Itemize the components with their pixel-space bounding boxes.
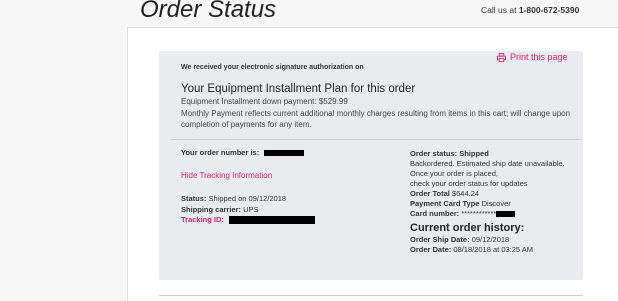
page-title: Order Status <box>140 0 277 23</box>
call-us-prefix: Call us at <box>481 5 517 15</box>
card-number-row: Card number: ************ <box>410 209 582 219</box>
card-number-label: Card number: <box>410 209 460 218</box>
printer-icon <box>497 52 506 62</box>
order-date-value: 08/18/2018 at 03:25 AM <box>453 245 534 254</box>
order-date-row: Order Date: 08/18/2018 at 03:25 AM <box>410 245 582 255</box>
order-status-value: Shipped <box>459 149 489 158</box>
payment-type-value: Discover <box>481 199 511 208</box>
order-history-title: Current order history: <box>410 222 525 234</box>
ship-date-value: 09/12/2018 <box>471 235 510 244</box>
carrier-label: Shipping carrier: <box>181 205 242 214</box>
order-date-label: Order Date: <box>410 245 452 254</box>
order-total-row: Order Total $644.24 <box>410 189 582 199</box>
order-total-value: $644.24 <box>451 189 480 198</box>
shipping-carrier-row: Shipping carrier: UPS <box>181 205 259 214</box>
order-status-row: Order status: Shipped <box>410 149 582 159</box>
phone-number[interactable]: 1-800-672-5390 <box>519 5 580 15</box>
payment-type-label: Payment Card Type <box>410 199 480 208</box>
order-number-row: Your order number is: <box>181 148 305 157</box>
tracking-label: Tracking ID: <box>181 215 224 224</box>
payment-type-row: Payment Card Type Discover <box>410 199 582 209</box>
monthly-payment-note: Monthly Payment reflects current additio… <box>181 109 571 129</box>
status-label: Status: <box>181 194 207 203</box>
ship-date-label: Order Ship Date: <box>410 235 470 244</box>
once-placed-text: Once your order is placed, <box>410 169 498 178</box>
card-number-mask: ************ <box>461 209 497 218</box>
section-divider <box>171 139 581 140</box>
status-value: Shipped on 09/12/2018 <box>208 194 287 203</box>
redacted-card-digits <box>496 211 516 218</box>
order-summary-column: Order status: Shipped Backordered. Estim… <box>410 149 582 255</box>
order-total-label: Order Total <box>410 189 450 198</box>
order-status-label: Order status: <box>410 149 458 158</box>
shipment-status-row: Status: Shipped on 09/12/2018 <box>181 194 286 203</box>
redacted-order-number <box>264 150 305 157</box>
ship-date-row: Order Ship Date: 09/12/2018 <box>410 235 582 245</box>
installment-plan-title: Your Equipment Installment Plan for this… <box>181 83 416 95</box>
hide-tracking-link[interactable]: Hide Tracking Information <box>181 171 272 180</box>
down-payment-text: Equipment Installment down payment: $529… <box>181 97 348 106</box>
check-status-text: check your order status for updates <box>410 179 528 188</box>
print-page-label: Print this page <box>510 52 568 62</box>
signature-auth-text: We received your electronic signature au… <box>181 64 364 71</box>
order-number-label: Your order number is: <box>181 148 260 157</box>
backordered-text: Backordered. Estimated ship date unavail… <box>410 159 565 168</box>
tracking-id-row[interactable]: Tracking ID: <box>181 215 316 225</box>
bottom-divider <box>159 295 583 296</box>
print-page-link[interactable]: Print this page <box>497 52 568 62</box>
call-us-text: Call us at 1-800-672-5390 <box>481 5 579 15</box>
redacted-tracking-id <box>229 216 316 225</box>
carrier-value: UPS <box>243 205 259 214</box>
